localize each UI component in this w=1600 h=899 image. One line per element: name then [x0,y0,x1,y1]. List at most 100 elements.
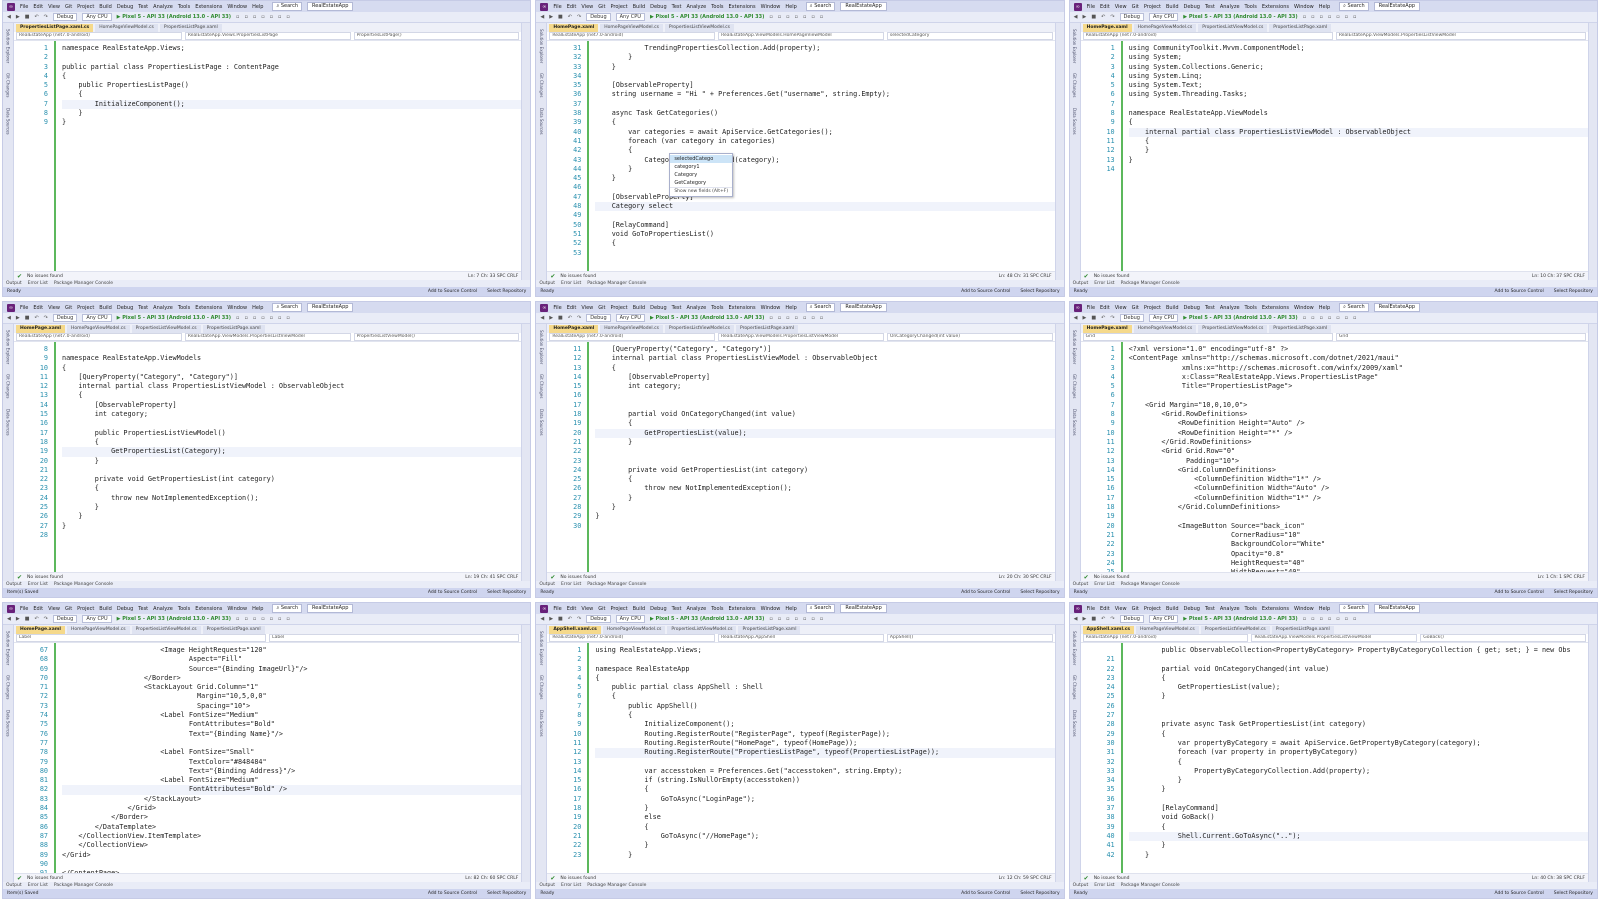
document-tab[interactable]: PropertiesListPage.xaml [1271,626,1334,634]
save-icon[interactable]: ■ [25,14,30,20]
code-line[interactable]: GetPropertiesList(value); [1129,683,1588,692]
menu-item-view[interactable]: View [581,305,593,311]
code-line[interactable]: void GoToPropertiesList() [595,230,1054,239]
navigation-dropdown[interactable]: OnCategoryChanged(int value) [886,333,1053,341]
menu-item-view[interactable]: View [1115,4,1127,10]
code-line[interactable]: string username = "Hi " + Preferences.Ge… [595,90,1054,99]
menu-item-git[interactable]: Git [598,305,605,311]
menu-item-window[interactable]: Window [761,4,781,10]
code-line[interactable]: CornerRadius="10" [1129,531,1588,540]
code-line[interactable]: </DataTemplate> [62,823,521,832]
menu-item-extensions[interactable]: Extensions [195,606,222,612]
menu-item-extensions[interactable]: Extensions [729,606,756,612]
select-repository-button[interactable]: Select Repository [1554,891,1593,896]
menu-item-file[interactable]: File [553,606,561,612]
bottom-tab-error-list[interactable]: Error List [1094,883,1114,888]
code-line[interactable]: using System.Text; [1129,81,1588,90]
run-button[interactable]: ▶ Pixel 5 - API 33 (Android 13.0 - API 3… [117,14,231,20]
menu-item-view[interactable]: View [581,4,593,10]
code-line[interactable]: </StackLayout> [62,795,521,804]
code-lines[interactable]: <Image HeightRequest="120" Aspect="Fill"… [56,643,522,873]
redo-icon[interactable]: ↷ [44,14,48,20]
code-line[interactable]: </ContentPage> [62,869,521,873]
add-to-source-control-button[interactable]: Add to Source Control [1494,590,1543,595]
document-tab[interactable]: PropertiesListPage.xaml [202,325,265,333]
code-line[interactable]: } [1129,156,1588,165]
forward-icon[interactable]: ▶ [549,14,553,20]
document-tab[interactable]: PropertiesListViewModel.cs [1198,24,1268,32]
add-to-source-control-button[interactable]: Add to Source Control [428,891,477,896]
menu-item-git[interactable]: Git [65,4,72,10]
menu-item-project[interactable]: Project [77,4,94,10]
menu-item-test[interactable]: Test [672,305,682,311]
code-line[interactable]: Text="{Binding Address}"/> [62,767,521,776]
code-line[interactable]: int category; [595,382,1054,391]
document-tab[interactable]: PropertiesListPage.xaml [738,626,801,634]
code-line[interactable]: throw new NotImplementedException(); [62,494,521,503]
run-button[interactable]: ▶ Pixel 5 - API 33 (Android 13.0 - API 3… [117,315,231,321]
indent-icon[interactable]: ▫ [811,315,814,321]
code-line[interactable]: <StackLayout Grid.Column="1" [62,683,521,692]
back-icon[interactable]: ◀ [1074,315,1078,321]
code-line[interactable]: internal partial class PropertiesListVie… [1128,127,1588,137]
code-line[interactable]: [ObservableProperty] [595,193,1054,202]
code-line[interactable] [1129,702,1588,711]
code-line[interactable]: [QueryProperty("Category", "Category")] [595,345,1054,354]
code-line[interactable]: <Grid.ColumnDefinitions> [1129,466,1588,475]
code-line[interactable]: FontAttributes="Bold" [62,720,521,729]
code-line[interactable]: using System.Collections.Generic; [1129,63,1588,72]
code-line[interactable]: { [595,692,1054,701]
code-line[interactable]: { [595,785,1054,794]
outdent-icon[interactable]: ▫ [286,315,289,321]
code-line[interactable]: using RealEstateApp.Views; [595,646,1054,655]
code-line[interactable]: GoToAsync("LoginPage"); [595,795,1054,804]
menu-item-edit[interactable]: Edit [33,4,43,10]
code-line[interactable]: } [595,804,1054,813]
code-line[interactable]: GoToAsync("//HomePage"); [595,832,1054,841]
code-line[interactable] [595,447,1054,456]
redo-icon[interactable]: ↷ [577,315,581,321]
menu-item-debug[interactable]: Debug [117,606,133,612]
outdent-icon[interactable]: ▫ [286,616,289,622]
code-line[interactable]: } [1129,851,1588,860]
side-tab-solution-explorer[interactable]: Solution Explorer [1072,631,1077,665]
navigation-dropdown[interactable]: RealEstateApp.Views.PropertiesListPage [184,32,351,40]
search-box[interactable]: ⌕ Search [272,2,303,11]
code-line[interactable] [595,249,1054,258]
menu-item-view[interactable]: View [48,305,60,311]
add-to-source-control-button[interactable]: Add to Source Control [961,289,1010,294]
navigation-dropdown[interactable]: RealEstateApp (net7.0-android) [549,634,716,642]
bookmark-icon[interactable]: ▫ [795,315,798,321]
menu-item-file[interactable]: File [1087,4,1095,10]
issues-label[interactable]: No issues found [1094,274,1130,279]
menu-item-git[interactable]: Git [65,305,72,311]
code-line[interactable] [1129,391,1588,400]
bookmark-icon[interactable]: ▫ [261,14,264,20]
code-line[interactable]: Source="{Binding ImageUrl}"/> [62,665,521,674]
code-line[interactable]: } [1129,776,1588,785]
menu-item-test[interactable]: Test [672,606,682,612]
code-line[interactable]: { [62,438,521,447]
code-line[interactable]: public PropertiesListViewModel() [62,429,521,438]
platform-dropdown[interactable]: Any CPU [1148,13,1179,21]
back-icon[interactable]: ◀ [540,14,544,20]
code-line[interactable]: public ObservableCollection<PropertyByCa… [1129,646,1588,655]
navigation-dropdown[interactable]: RealEstateApp (net7.0-android) [1082,32,1333,40]
save-icon[interactable]: ■ [1091,14,1096,20]
code-line[interactable]: TextColor="#848484" [62,758,521,767]
code-line[interactable]: else [595,813,1054,822]
code-line[interactable] [595,655,1054,664]
bottom-tab-error-list[interactable]: Error List [1094,582,1114,587]
intellisense-popup[interactable]: selectedCatego category1 Category GetCatego… [669,153,734,197]
menu-item-debug[interactable]: Debug [1184,606,1200,612]
configuration-dropdown[interactable]: Debug [586,314,611,322]
menu-item-project[interactable]: Project [611,4,628,10]
navigation-dropdown[interactable]: GoBack() [1420,634,1586,642]
code-line[interactable]: } [62,457,521,466]
menu-item-debug[interactable]: Debug [650,606,666,612]
menu-item-project[interactable]: Project [77,305,94,311]
menu-item-build[interactable]: Build [99,305,112,311]
code-line[interactable]: Margin="10,5,0,0" [62,692,521,701]
menu-item-help[interactable]: Help [785,606,796,612]
bottom-tab-output[interactable]: Output [6,883,22,888]
